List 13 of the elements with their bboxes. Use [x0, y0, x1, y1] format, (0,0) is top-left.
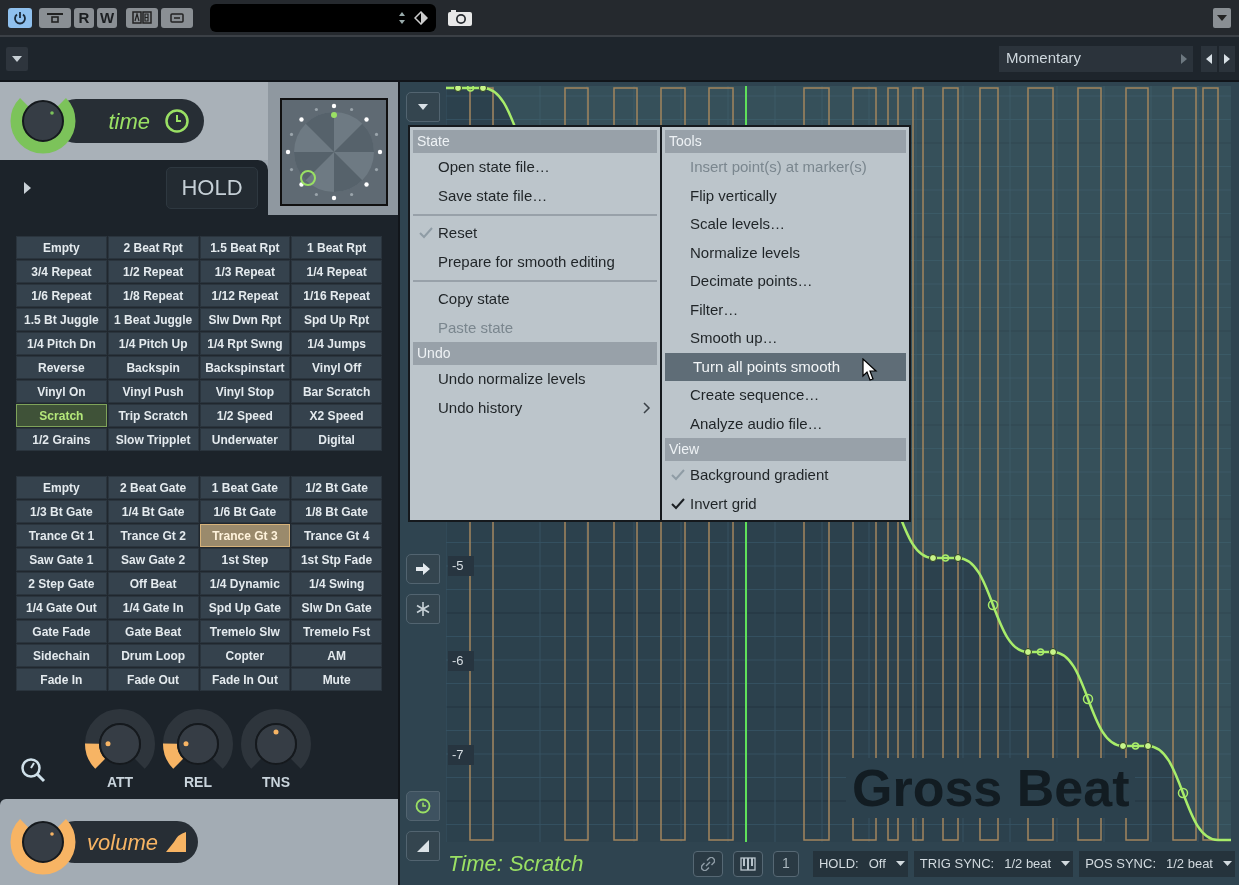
level-label: -5 [448, 556, 474, 576]
time-label: time [108, 107, 150, 136]
level-label: -7 [448, 745, 474, 765]
knob-label: REL [184, 773, 212, 792]
knob-label: ATT [106, 773, 134, 792]
menu-section-header: State [413, 130, 657, 153]
menu-section-header: Undo [413, 342, 657, 365]
menu-section-header: View [665, 438, 906, 461]
level-label: -6 [448, 650, 474, 671]
menu-section-header: Tools [665, 130, 906, 153]
status-text: Time: Scratch [448, 850, 584, 878]
volume-label: volume [87, 828, 158, 857]
knob-label: TNS [262, 773, 290, 792]
